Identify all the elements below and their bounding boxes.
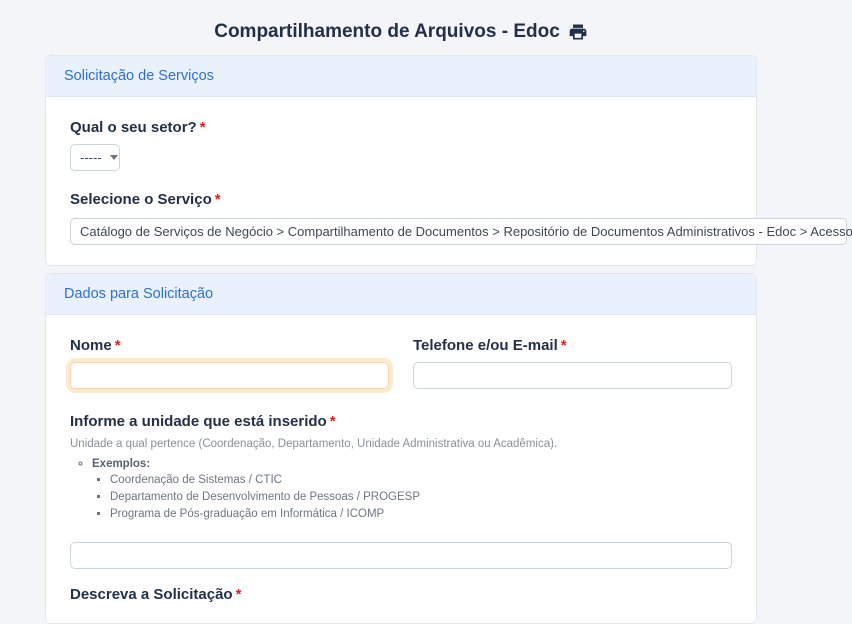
name-field-group: Nome* (70, 337, 389, 389)
unit-label: Informe a unidade que está inserido* (70, 413, 732, 430)
unit-help-text: Unidade a qual pertence (Coordenação, De… (70, 438, 732, 450)
service-select[interactable]: Catálogo de Serviços de Negócio > Compar… (70, 218, 847, 245)
required-asterisk: * (236, 586, 242, 603)
sector-select-value: ----- (80, 150, 102, 165)
page-title: Compartilhamento de Arquivos - Edoc (45, 20, 757, 44)
page-title-text: Compartilhamento de Arquivos - Edoc (214, 21, 560, 43)
required-asterisk: * (215, 191, 221, 208)
section-header-servicos: Solicitação de Serviços (46, 56, 756, 97)
examples-sublist: Coordenação de Sistemas / CTIC Departame… (92, 474, 732, 520)
examples-header-item: Exemplos: Coordenação de Sistemas / CTIC… (92, 458, 732, 520)
form-page: Compartilhamento de Arquivos - Edoc Soli… (45, 0, 757, 624)
section-dados-solicitacao: Dados para Solicitação Nome* Telefone e/… (45, 273, 757, 624)
required-asterisk: * (330, 413, 336, 430)
contact-label: Telefone e/ou E-mail* (413, 337, 732, 354)
required-asterisk: * (200, 119, 206, 136)
examples-label: Exemplos: (92, 458, 150, 470)
list-item: Programa de Pós-graduação em Informática… (110, 508, 732, 520)
unit-input[interactable] (70, 542, 732, 569)
service-label: Selecione o Serviço* (70, 191, 732, 208)
section-solicitacao-servicos: Solicitação de Serviços Qual o seu setor… (45, 55, 757, 266)
contact-input[interactable] (413, 362, 732, 389)
required-asterisk: * (115, 337, 121, 354)
name-input[interactable] (70, 362, 389, 389)
name-label: Nome* (70, 337, 389, 354)
unit-examples-list: Exemplos: Coordenação de Sistemas / CTIC… (70, 458, 732, 520)
description-label: Descreva a Solicitação* (70, 586, 732, 603)
list-item: Coordenação de Sistemas / CTIC (110, 474, 732, 486)
service-select-value: Catálogo de Serviços de Negócio > Compar… (80, 224, 852, 239)
sector-select[interactable]: ----- (70, 144, 120, 171)
service-field-group: Selecione o Serviço* Catálogo de Serviço… (70, 191, 732, 245)
unit-field-group: Informe a unidade que está inserido* Uni… (70, 413, 732, 569)
printer-icon[interactable] (568, 22, 588, 42)
chevron-down-icon (110, 155, 118, 160)
sector-label: Qual o seu setor?* (70, 119, 732, 136)
list-item: Departamento de Desenvolvimento de Pesso… (110, 491, 732, 503)
section-header-dados: Dados para Solicitação (46, 274, 756, 315)
required-asterisk: * (561, 337, 567, 354)
sector-field-group: Qual o seu setor?* ----- (70, 119, 732, 171)
contact-field-group: Telefone e/ou E-mail* (413, 337, 732, 389)
